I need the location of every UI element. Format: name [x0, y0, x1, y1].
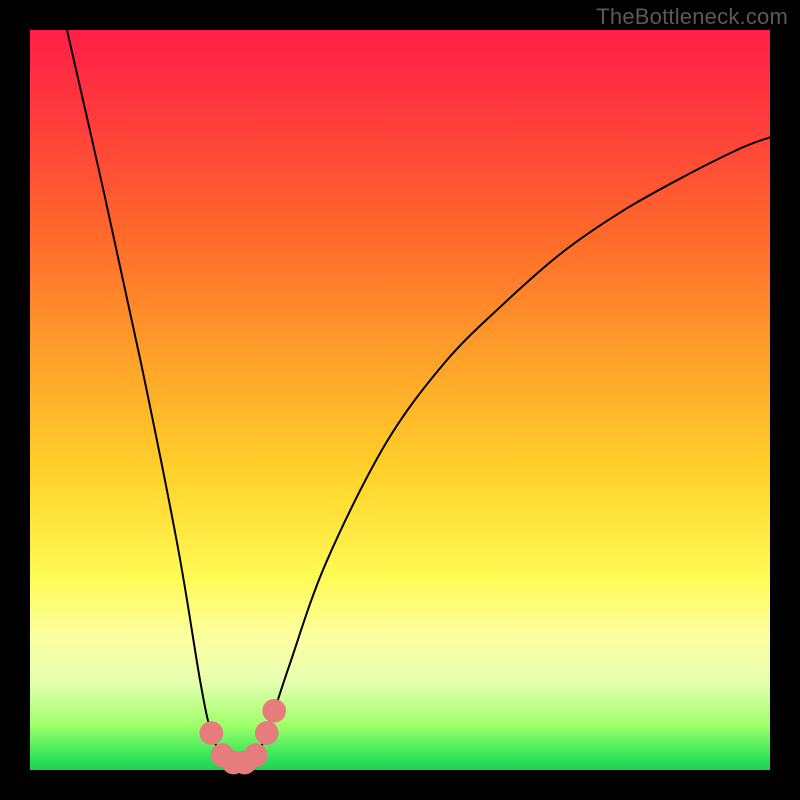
- chart-svg: [30, 30, 770, 770]
- highlight-dot: [244, 743, 268, 767]
- plot-background: [30, 30, 770, 770]
- highlight-dot: [199, 721, 223, 745]
- highlight-dot: [255, 721, 279, 745]
- bottleneck-curve: [67, 30, 770, 764]
- watermark-text: TheBottleneck.com: [596, 4, 788, 30]
- chart-frame: TheBottleneck.com: [0, 0, 800, 800]
- highlight-dots: [199, 699, 286, 774]
- highlight-dot: [262, 699, 286, 723]
